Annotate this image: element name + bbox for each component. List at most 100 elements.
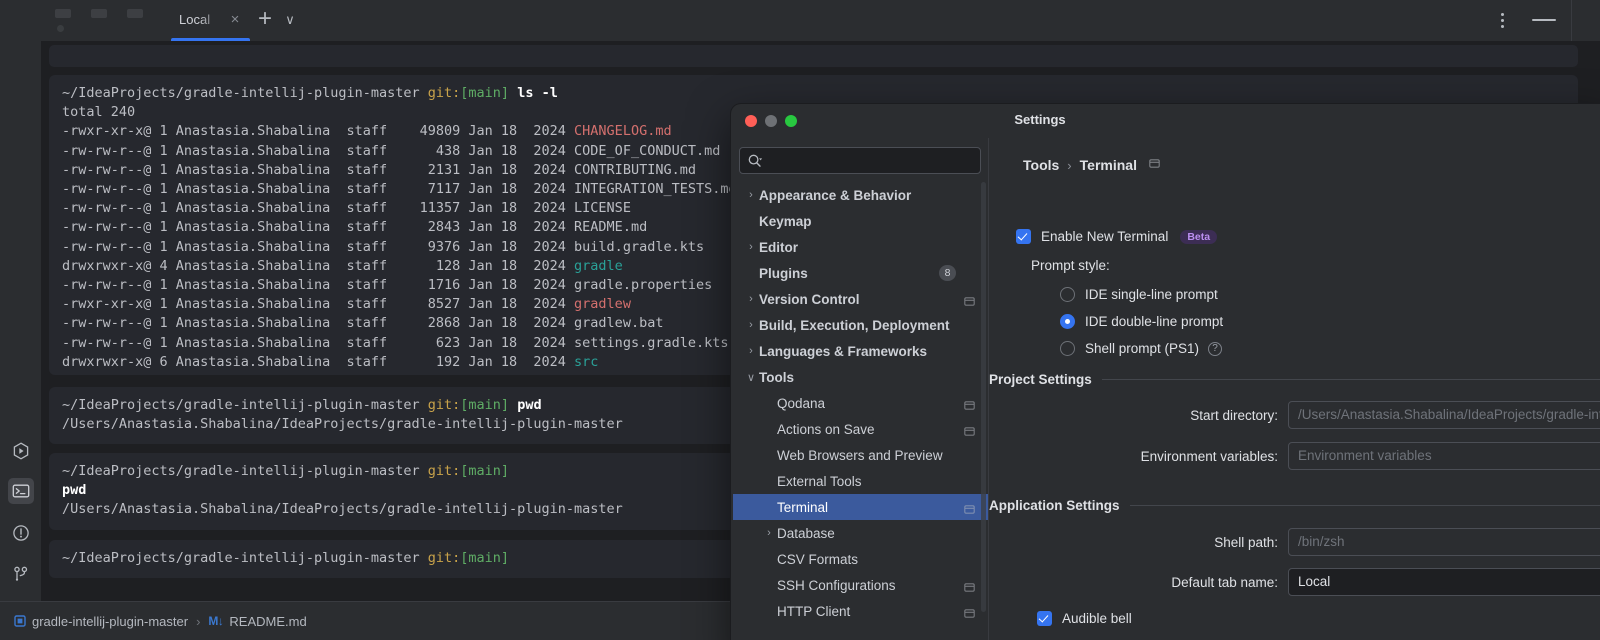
tree-item-tools[interactable]: ∨ Tools xyxy=(733,364,988,390)
dialog-title-bar: Settings xyxy=(731,104,1600,138)
file-meta: -rw-rw-r--@ 1 Anastasia.Shabalina staff … xyxy=(62,181,575,198)
file-name: CONTRIBUTING.md xyxy=(574,161,696,178)
tree-item-label: Version Control xyxy=(759,291,860,307)
ghost-tabs xyxy=(55,9,143,18)
chevron-down-icon[interactable]: ∨ xyxy=(281,11,299,29)
tree-item-editor[interactable]: › Editor xyxy=(733,234,988,260)
chevron-right-icon[interactable]: › xyxy=(743,291,759,307)
chevron-right-icon[interactable]: › xyxy=(743,343,759,359)
minimize-icon[interactable] xyxy=(1532,19,1556,21)
project-scope-icon xyxy=(1149,156,1160,174)
tree-item-languages-frameworks[interactable]: › Languages & Frameworks xyxy=(733,338,988,364)
prompt-git: git: xyxy=(427,463,461,479)
file-meta: -rwxr-xr-x@ 1 Anastasia.Shabalina staff … xyxy=(62,296,575,313)
breadcrumb[interactable]: gradle-intellij-plugin-master › M↓ READM… xyxy=(14,614,307,629)
file-name: INTEGRATION_TESTS.md xyxy=(574,181,737,198)
start-directory-field[interactable]: /Users/Anastasia.Shabalina/IdeaProjects/… xyxy=(1288,401,1600,429)
audible-bell-row[interactable]: Audible bell xyxy=(1037,611,1132,626)
tree-item-label: Qodana xyxy=(777,395,826,411)
add-tab-icon[interactable]: + xyxy=(253,7,277,31)
tree-item-web-browsers-and-preview[interactable]: Web Browsers and Preview xyxy=(733,442,988,468)
git-branch-icon[interactable] xyxy=(8,561,34,587)
file-name: settings.gradle.kts xyxy=(574,334,729,351)
radio-button[interactable] xyxy=(1060,314,1075,329)
tree-item-external-tools[interactable]: External Tools xyxy=(733,468,988,494)
tree-item-label: Terminal xyxy=(777,499,829,515)
shell-path-field[interactable]: /bin/zsh xyxy=(1288,528,1600,556)
search-icon xyxy=(747,153,763,174)
enable-new-terminal-label: Enable New Terminal xyxy=(1041,229,1169,244)
more-options-icon[interactable] xyxy=(1492,10,1512,30)
default-tab-name-field[interactable]: Local xyxy=(1288,568,1600,596)
settings-tree[interactable]: › Appearance & Behavior Keymap › Editor Plugi… xyxy=(733,182,988,640)
tree-item-label: Actions on Save xyxy=(777,421,875,437)
prompt-branch: [main] xyxy=(460,463,510,479)
tree-item-appearance-behavior[interactable]: › Appearance & Behavior xyxy=(733,182,988,208)
tree-item-plugins[interactable]: Plugins 8 xyxy=(733,260,988,286)
dialog-title: Settings xyxy=(731,112,1600,127)
ghost-tab xyxy=(55,9,71,18)
tree-scrollbar[interactable] xyxy=(981,182,986,612)
enable-new-terminal-checkbox[interactable] xyxy=(1016,229,1031,244)
dialog-title-text: Settings xyxy=(1014,112,1066,127)
tree-item-terminal[interactable]: Terminal xyxy=(733,494,988,520)
radio-ide-single-line[interactable]: IDE single-line prompt xyxy=(1060,287,1218,302)
project-scope-icon xyxy=(964,424,975,442)
problems-icon[interactable] xyxy=(8,520,34,546)
prompt-git: git: xyxy=(427,550,461,566)
file-meta: -rwxr-xr-x@ 1 Anastasia.Shabalina staff … xyxy=(62,123,575,140)
enable-new-terminal-row[interactable]: Enable New Terminal Beta xyxy=(1016,229,1218,244)
breadcrumb-leaf: Terminal xyxy=(1079,157,1137,173)
chevron-right-icon[interactable]: › xyxy=(743,239,759,255)
help-icon[interactable]: ? xyxy=(1208,341,1223,356)
radio-button[interactable] xyxy=(1060,341,1075,356)
file-meta: -rw-rw-r--@ 1 Anastasia.Shabalina staff … xyxy=(62,277,575,294)
tree-item-actions-on-save[interactable]: Actions on Save xyxy=(733,416,988,442)
ghost-tab xyxy=(91,9,107,18)
project-scope-icon xyxy=(964,580,975,598)
tree-item-qodana[interactable]: Qodana xyxy=(733,390,988,416)
chevron-right-icon[interactable]: › xyxy=(761,525,777,541)
shell-path-label: Shell path: xyxy=(1214,535,1278,550)
file-meta: drwxrwxr-x@ 4 Anastasia.Shabalina staff … xyxy=(62,257,575,274)
tree-item-version-control[interactable]: › Version Control xyxy=(733,286,988,312)
tree-item-csv-formats[interactable]: CSV Formats xyxy=(733,546,988,572)
prompt-path: ~/IdeaProjects/gradle-intellij-plugin-ma… xyxy=(62,550,420,566)
audible-bell-checkbox[interactable] xyxy=(1037,611,1052,626)
prompt-path: ~/IdeaProjects/gradle-intellij-plugin-ma… xyxy=(62,85,420,101)
radio-ide-double-line[interactable]: IDE double-line prompt xyxy=(1060,314,1223,329)
tree-item-label: Appearance & Behavior xyxy=(759,187,912,203)
radio-shell-prompt-ps1[interactable]: Shell prompt (PS1) ? xyxy=(1060,341,1223,356)
breadcrumb-separator: › xyxy=(1067,157,1072,173)
chevron-right-icon[interactable]: › xyxy=(743,317,759,333)
environment-variables-field[interactable]: Environment variables xyxy=(1288,442,1600,470)
tree-item-http-client[interactable]: HTTP Client xyxy=(733,598,988,624)
tree-item-build-execution-deployment[interactable]: › Build, Execution, Deployment xyxy=(733,312,988,338)
breadcrumb-file: README.md xyxy=(229,613,307,629)
file-meta: -rw-rw-r--@ 1 Anastasia.Shabalina staff … xyxy=(62,334,575,351)
search-box[interactable] xyxy=(739,147,981,174)
close-icon[interactable]: × xyxy=(226,11,244,29)
radio-button[interactable] xyxy=(1060,287,1075,302)
breadcrumb-root[interactable]: Tools xyxy=(1023,157,1059,173)
app-window: Local × + ∨ ~/IdeaProjects/gradle-intell… xyxy=(0,0,1600,640)
prompt-git: git: xyxy=(427,85,461,101)
environment-variables-label: Environment variables: xyxy=(1140,449,1278,464)
tree-item-label: Editor xyxy=(759,239,798,255)
tree-item-keymap[interactable]: Keymap xyxy=(733,208,988,234)
terminal-icon[interactable] xyxy=(8,478,34,504)
tree-item-database[interactable]: › Database xyxy=(733,520,988,546)
radio-label: IDE single-line prompt xyxy=(1085,287,1218,302)
file-name: build.gradle.kts xyxy=(574,238,705,255)
tree-item-ssh-configurations[interactable]: SSH Configurations xyxy=(733,572,988,598)
search-input[interactable] xyxy=(768,148,974,173)
tree-item-label: Database xyxy=(777,525,835,541)
chevron-right-icon[interactable]: › xyxy=(743,187,759,203)
run-icon[interactable] xyxy=(8,438,34,464)
chevron-down-icon[interactable]: ∨ xyxy=(743,369,759,385)
tree-item-label: SSH Configurations xyxy=(777,577,896,593)
